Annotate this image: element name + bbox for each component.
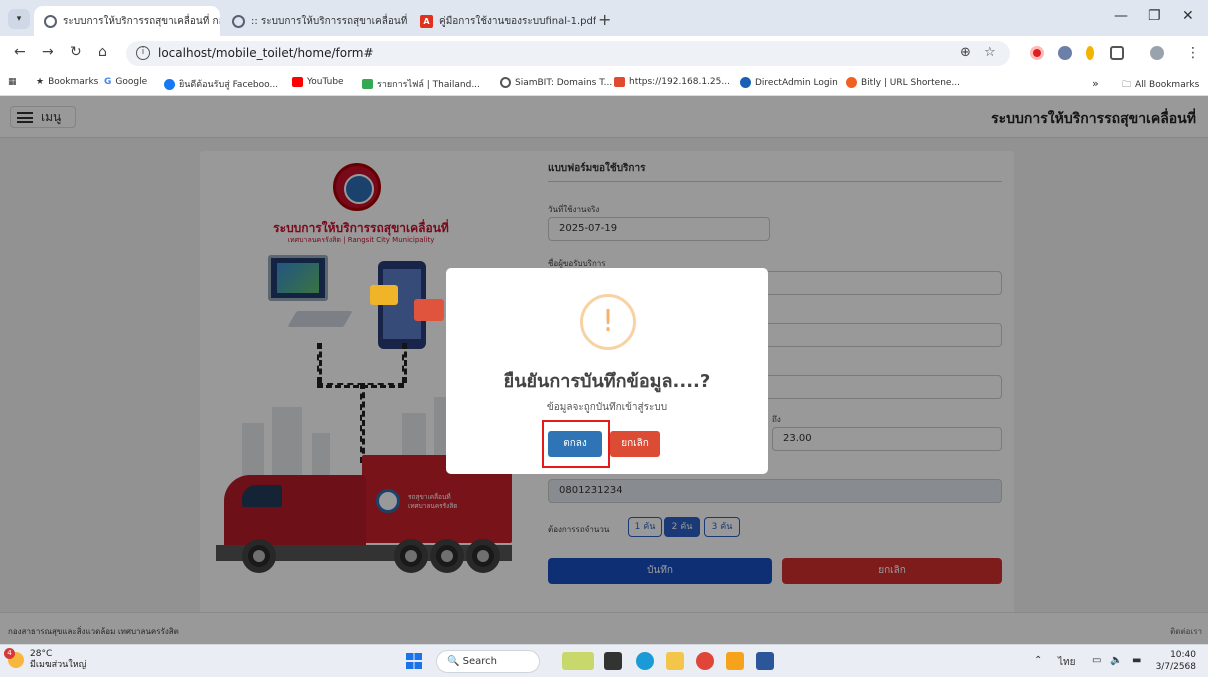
home-icon[interactable]: ⌂ [98,44,107,60]
word-icon[interactable] [756,652,774,670]
time: 10:40 [1170,650,1196,660]
chat-bubble-icon [414,299,444,321]
dialog-title: ยืนยันการบันทึกข้อมูล....? [503,371,711,392]
address-bar[interactable]: i localhost/mobile_toilet/home/form# ⊕ ☆ [126,41,1010,66]
tab-title: :: ระบบการให้บริการรถสุขาเคลื่อนที่ ก [251,15,408,27]
windows-taskbar: 4 28°C มีเมฆส่วนใหญ่ 🔍 Search ⌃ ไทย ▭ 🔈 … [0,644,1208,677]
confirm-cancel-button[interactable]: ยกเลิก [610,431,660,457]
bookmark-facebook[interactable]: ยินดีต้อนรับสู่ Faceboo... [164,77,278,91]
url-text: localhost/mobile_toilet/home/form# [158,46,374,60]
globe-icon [44,14,57,28]
tab-search-button[interactable]: ▾ [8,9,30,29]
forward-arrow-icon[interactable]: → [42,44,54,60]
system-clock[interactable]: 10:40 3/7/2568 [1156,649,1196,673]
zoom-icon[interactable]: ⊕ [960,45,971,60]
tab-pdf-manual[interactable]: A คู่มือการใช้งานของระบบfinal-1.pdf ✕ [410,6,596,36]
site-info-icon[interactable]: i [136,46,150,60]
bookmarks-overflow[interactable]: » [1092,77,1099,90]
bookmark-ip[interactable]: https://192.168.1.25... [614,77,730,87]
windows-start-icon[interactable] [406,653,422,669]
globe-icon [500,77,511,88]
bulb-extension-icon[interactable] [1086,46,1094,60]
minimize-icon[interactable]: — [1114,8,1128,24]
edge-icon[interactable] [636,652,654,670]
router-icon [614,77,625,87]
chrome-icon[interactable] [696,652,714,670]
tab-mobile-toilet-2[interactable]: :: ระบบการให้บริการรถสุขาเคลื่อนที่ ก ✕ [222,6,408,36]
temperature: 28°C [30,649,53,659]
notification-badge: 4 [4,648,15,659]
globe-icon [232,14,245,28]
chevron-up-icon[interactable]: ⌃ [1034,655,1042,666]
restore-icon[interactable]: ❐ [1148,8,1161,24]
bitly-icon [846,77,857,88]
new-tab-button[interactable]: + [598,10,611,29]
tab-title: ระบบการให้บริการรถสุขาเคลื่อนที่ กอ [63,15,220,27]
bookmark-siambit[interactable]: SiamBIT: Domains T... [500,77,612,88]
apps-grid-icon[interactable]: ▦ [8,77,17,87]
browser-toolbar: ← → ↻ ⌂ i localhost/mobile_toilet/home/f… [0,36,1208,70]
weather-widget[interactable]: 4 28°C มีเมฆส่วนใหญ่ [4,648,87,671]
back-arrow-icon[interactable]: ← [14,44,26,60]
tab-title: คู่มือการใช้งานของระบบfinal-1.pdf [439,15,596,27]
taskbar-search[interactable]: 🔍 Search [436,650,540,673]
battery-icon[interactable]: ▬ [1132,655,1141,666]
facebook-icon [164,78,175,90]
date: 3/7/2568 [1155,662,1196,672]
bookmark-youtube[interactable]: YouTube [292,77,344,87]
highlight-annotation [542,420,610,468]
puzzle-icon[interactable] [1110,46,1124,60]
file-explorer-icon[interactable] [666,652,684,670]
bookmark-thailand[interactable]: รายการไฟล์ | Thailand... [362,77,480,91]
profile-avatar[interactable] [1150,46,1164,60]
chat-bubble-icon [370,285,398,305]
directadmin-icon [740,77,751,88]
more-menu-icon[interactable]: ⋮ [1186,45,1200,61]
tab-mobile-toilet-form[interactable]: ระบบการให้บริการรถสุขาเคลื่อนที่ กอ ✕ [34,6,220,36]
warning-icon: ! [580,294,636,350]
bookmark-star-icon[interactable]: ☆ [984,45,996,60]
all-bookmarks[interactable]: 🗀 All Bookmarks [1122,77,1199,93]
youtube-icon [292,77,303,87]
language-indicator[interactable]: ไทย [1058,655,1075,670]
bookmarks-bar: ▦ ★ Bookmarks G Google ยินดีต้อนรับสู่ Fac… [0,70,1208,96]
google-icon: G [104,77,112,87]
folder-icon: 🗀 [1122,80,1132,90]
record-extension-icon[interactable] [1030,46,1044,60]
star-icon: ★ [36,77,45,87]
widgets-icon[interactable] [562,652,594,670]
volume-icon[interactable]: 🔈 [1110,655,1122,666]
browser-tab-strip: ▾ ระบบการให้บริการรถสุขาเคลื่อนที่ กอ ✕ … [0,0,1208,36]
bookmark-bitly[interactable]: Bitly | URL Shortene... [846,77,960,88]
pdf-icon: A [420,14,433,28]
search-icon: 🔍 [447,656,460,667]
bookmark-bookmarks[interactable]: ★ Bookmarks [36,77,98,87]
search-label: Search [462,656,497,667]
close-window-icon[interactable]: ✕ [1182,8,1194,24]
sheet-icon [362,79,373,89]
weather-sun-icon: 4 [4,648,24,668]
extension-icon[interactable] [1058,46,1072,60]
app-icon[interactable] [726,652,744,670]
bookmark-google[interactable]: G Google [104,77,147,87]
weather-condition: มีเมฆส่วนใหญ่ [30,660,87,670]
dialog-message: ข้อมูลจะถูกบันทึกเข้าสู่ระบบ [546,402,668,413]
network-icon[interactable]: ▭ [1092,655,1101,666]
task-view-icon[interactable] [604,652,622,670]
bookmark-directadmin[interactable]: DirectAdmin Login [740,77,838,88]
reload-icon[interactable]: ↻ [70,44,82,60]
